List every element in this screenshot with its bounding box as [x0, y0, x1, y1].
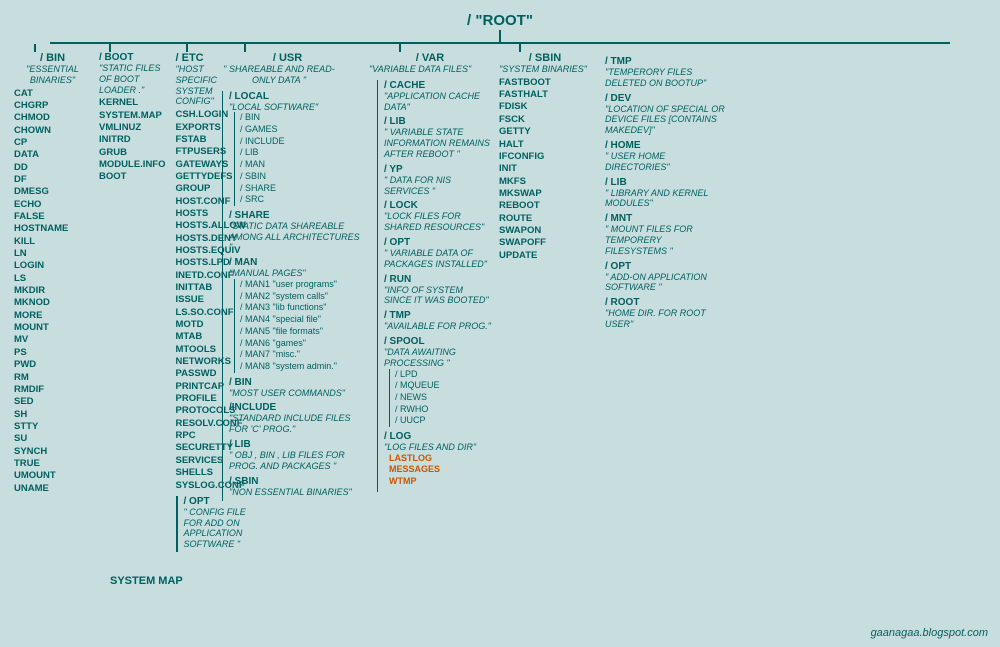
- lib-section: / LIB " LIBRARY AND KERNEL MODULES": [605, 177, 725, 210]
- sbin-desc: "SYSTEM BINARIES": [499, 64, 587, 75]
- usr-section: / USR " SHAREABLE AND READ-ONLY DATA " /…: [210, 44, 365, 501]
- root-section: / ROOT "HOME DIR. FOR ROOT USER": [605, 297, 725, 330]
- sbin-files: FASTBOOT FASTHALT FDISK FSCK GETTY HALT …: [499, 77, 551, 262]
- right-sections: / TMP "TEMPERORY FILES DELETED ON BOOTUP…: [595, 44, 725, 330]
- watermark: gaanagaa.blogspot.com: [871, 627, 988, 639]
- var-section: / VAR "VARIABLE DATA FILES" / CACHE "APP…: [365, 44, 495, 492]
- var-spool: / SPOOL "DATA AWAITING PROCESSING " / LP…: [384, 336, 491, 427]
- usr-desc: " SHAREABLE AND READ-ONLY DATA ": [214, 64, 344, 86]
- var-desc: "VARIABLE DATA FILES": [369, 64, 471, 75]
- var-opt: / OPT " VARIABLE DATA OF PACKAGES INSTAL…: [384, 237, 491, 270]
- bin-header: / BIN: [14, 52, 91, 64]
- mnt-header: / MNT: [605, 213, 725, 224]
- var-tmp: / TMP "AVAILABLE FOR PROG.": [384, 310, 491, 332]
- boot-header: / BOOT: [99, 52, 166, 63]
- opt-header: / OPT: [605, 261, 725, 272]
- opt-desc: " ADD-ON APPLICATION SOFTWARE ": [605, 272, 725, 294]
- home-desc: " USER HOME DIRECTORIES": [605, 151, 725, 173]
- opt-section: / OPT " ADD-ON APPLICATION SOFTWARE ": [605, 261, 725, 294]
- etc-opt-desc: " CONFIG FILE FOR ADD ON APPLICATION SOF…: [184, 507, 246, 550]
- tmp-section: / TMP "TEMPERORY FILES DELETED ON BOOTUP…: [605, 56, 725, 89]
- root-header: / ROOT: [605, 297, 725, 308]
- home-header: / HOME: [605, 140, 725, 151]
- mnt-section: / MNT " MOUNT FILES FOR TEMPORERY FILESY…: [605, 213, 725, 256]
- boot-files: KERNELSYSTEM.MAPVMLINUZINITRD GRUBMODULE…: [99, 97, 166, 183]
- usr-man: / MAN "MANUAL PAGES" / MAN1 "user progra…: [229, 257, 361, 372]
- var-run: / RUN "INFO OF SYSTEM SINCE IT WAS BOOTE…: [384, 274, 491, 307]
- sbin-header: / SBIN: [499, 52, 591, 64]
- tmp-header: / TMP: [605, 56, 725, 67]
- var-cache: / CACHE "APPLICATION CACHE DATA": [384, 80, 491, 113]
- lib-desc: " LIBRARY AND KERNEL MODULES": [605, 188, 725, 210]
- usr-bin: / BIN "MOST USER COMMANDS": [229, 377, 361, 399]
- usr-share: / SHARE "STATIC DATA SHAREABLE AMONG ALL…: [229, 210, 361, 253]
- var-lock: / LOCK "LOCK FILES FOR SHARED RESOURCES": [384, 200, 491, 233]
- var-lib: / LIB " VARIABLE STATE INFORMATION REMAI…: [384, 116, 491, 159]
- lib-header: / LIB: [605, 177, 725, 188]
- usr-header: / USR: [214, 52, 361, 64]
- bin-section: / BIN "ESSENTIAL BINARIES" CATCHGRPCHMOD…: [10, 44, 95, 495]
- var-yp: / YP " DATA FOR NIS SERVICES ": [384, 164, 491, 197]
- page: / "ROOT" / BIN "ESSENTIAL BINARIES" CATC…: [0, 0, 1000, 647]
- dev-desc: "LOCATION OF SPECIAL OR DEVICE FILES [CO…: [605, 104, 725, 136]
- home-section: / HOME " USER HOME DIRECTORIES": [605, 140, 725, 173]
- system-map-label: SYSTEM MAP: [110, 575, 183, 587]
- dev-section: / DEV "LOCATION OF SPECIAL OR DEVICE FIL…: [605, 93, 725, 136]
- bin-files: CATCHGRPCHMODCHOWNCP DATADDDFDMESGECHO F…: [14, 88, 68, 495]
- bin-desc: "ESSENTIAL BINARIES": [14, 64, 91, 86]
- sbin-section: / SBIN "SYSTEM BINARIES" FASTBOOT FASTHA…: [495, 44, 595, 262]
- usr-sbin: / SBIN "NON ESSENTIAL BINARIES": [229, 476, 361, 498]
- root-desc: "HOME DIR. FOR ROOT USER": [605, 308, 725, 330]
- usr-subtree: / LOCAL "LOCAL SOFTWARE" / BIN / GAMES /…: [222, 91, 361, 502]
- boot-desc: "STATIC FILES OF BOOT LOADER .": [99, 63, 166, 95]
- usr-lib: / LIB " OBJ , BIN , LIB FILES FOR PROG. …: [229, 439, 361, 472]
- var-header: / VAR: [369, 52, 491, 64]
- usr-include: /INCLUDE "STANDARD INCLUDE FILES FOR 'C'…: [229, 402, 361, 435]
- usr-local: / LOCAL "LOCAL SOFTWARE" / BIN / GAMES /…: [229, 91, 361, 206]
- dev-header: / DEV: [605, 93, 725, 104]
- var-log: / LOG "LOG FILES AND DIR" LASTLOG MESSAG…: [384, 431, 491, 488]
- etc-section: / BOOT "STATIC FILES OF BOOT LOADER ." K…: [95, 44, 210, 552]
- var-subtree: / CACHE "APPLICATION CACHE DATA" / LIB "…: [377, 80, 491, 492]
- tmp-desc: "TEMPERORY FILES DELETED ON BOOTUP": [605, 67, 725, 89]
- mnt-desc: " MOUNT FILES FOR TEMPORERY FILESYSTEMS …: [605, 224, 725, 256]
- root-label: / "ROOT": [467, 12, 533, 29]
